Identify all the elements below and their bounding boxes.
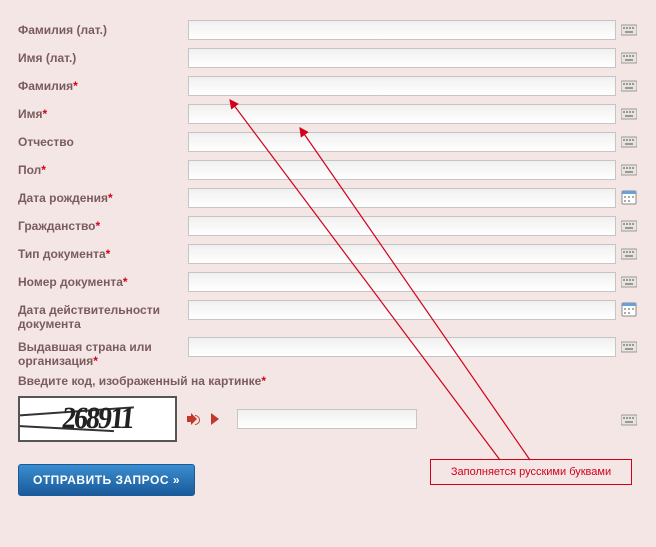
keyboard-icon[interactable] <box>620 104 638 122</box>
required-mark: * <box>43 107 48 121</box>
annotation-note: Заполняется русскими буквами <box>430 459 632 485</box>
label-doc-type: Тип документа* <box>18 244 188 261</box>
label-name: Имя* <box>18 104 188 121</box>
captcha-image: 268911 <box>18 396 177 442</box>
calendar-icon[interactable] <box>620 300 638 318</box>
label-citizenship: Гражданство* <box>18 216 188 233</box>
label-surname: Фамилия* <box>18 76 188 93</box>
required-mark: * <box>73 79 78 93</box>
input-captcha[interactable] <box>237 409 417 429</box>
keyboard-icon[interactable] <box>620 20 638 38</box>
label-gender: Пол* <box>18 160 188 177</box>
keyboard-icon[interactable] <box>620 337 638 355</box>
row-doc-type: Тип документа* <box>18 244 638 266</box>
input-surname-lat[interactable] <box>188 20 616 40</box>
captcha-audio-controls <box>187 412 219 426</box>
row-doc-validity: Дата действительности документа <box>18 300 638 331</box>
input-issuer[interactable] <box>188 337 616 357</box>
keyboard-icon[interactable] <box>620 410 638 428</box>
calendar-icon[interactable] <box>620 188 638 206</box>
keyboard-icon[interactable] <box>620 48 638 66</box>
captcha-code: 268911 <box>60 401 134 436</box>
submit-button[interactable]: ОТПРАВИТЬ ЗАПРОС » <box>18 464 195 496</box>
input-patronymic[interactable] <box>188 132 616 152</box>
input-name-lat[interactable] <box>188 48 616 68</box>
label-patronymic: Отчество <box>18 132 188 149</box>
label-name-lat: Имя (лат.) <box>18 48 188 65</box>
row-patronymic: Отчество <box>18 132 638 154</box>
input-doc-type[interactable] <box>188 244 616 264</box>
row-issuer: Выдавшая страна или организация* <box>18 337 638 368</box>
row-gender: Пол* <box>18 160 638 182</box>
row-doc-number: Номер документа* <box>18 272 638 294</box>
keyboard-icon[interactable] <box>620 160 638 178</box>
keyboard-icon[interactable] <box>620 244 638 262</box>
input-citizenship[interactable] <box>188 216 616 236</box>
speaker-icon[interactable] <box>187 412 201 426</box>
required-mark: * <box>93 354 98 368</box>
label-doc-number: Номер документа* <box>18 272 188 289</box>
keyboard-icon[interactable] <box>620 132 638 150</box>
keyboard-icon[interactable] <box>620 76 638 94</box>
label-captcha: Введите код, изображенный на картинке* <box>18 374 638 388</box>
row-birthdate: Дата рождения* <box>18 188 638 210</box>
input-surname[interactable] <box>188 76 616 96</box>
row-surname: Фамилия* <box>18 76 638 98</box>
label-surname-lat: Фамилия (лат.) <box>18 20 188 37</box>
row-citizenship: Гражданство* <box>18 216 638 238</box>
input-birthdate[interactable] <box>188 188 616 208</box>
required-mark: * <box>41 163 46 177</box>
play-icon[interactable] <box>211 413 219 425</box>
input-gender[interactable] <box>188 160 616 180</box>
label-doc-validity: Дата действительности документа <box>18 300 188 331</box>
required-mark: * <box>123 275 128 289</box>
row-name-lat: Имя (лат.) <box>18 48 638 70</box>
form-container: Фамилия (лат.) Имя (лат.) Фамилия* Имя* <box>0 0 656 547</box>
input-name[interactable] <box>188 104 616 124</box>
row-surname-lat: Фамилия (лат.) <box>18 20 638 42</box>
keyboard-icon[interactable] <box>620 272 638 290</box>
required-mark: * <box>261 374 266 388</box>
label-birthdate: Дата рождения* <box>18 188 188 205</box>
captcha-row: 268911 <box>18 396 638 442</box>
input-doc-validity[interactable] <box>188 300 616 320</box>
input-doc-number[interactable] <box>188 272 616 292</box>
required-mark: * <box>108 191 113 205</box>
row-name: Имя* <box>18 104 638 126</box>
required-mark: * <box>96 219 101 233</box>
required-mark: * <box>106 247 111 261</box>
label-issuer: Выдавшая страна или организация* <box>18 337 188 368</box>
keyboard-icon[interactable] <box>620 216 638 234</box>
